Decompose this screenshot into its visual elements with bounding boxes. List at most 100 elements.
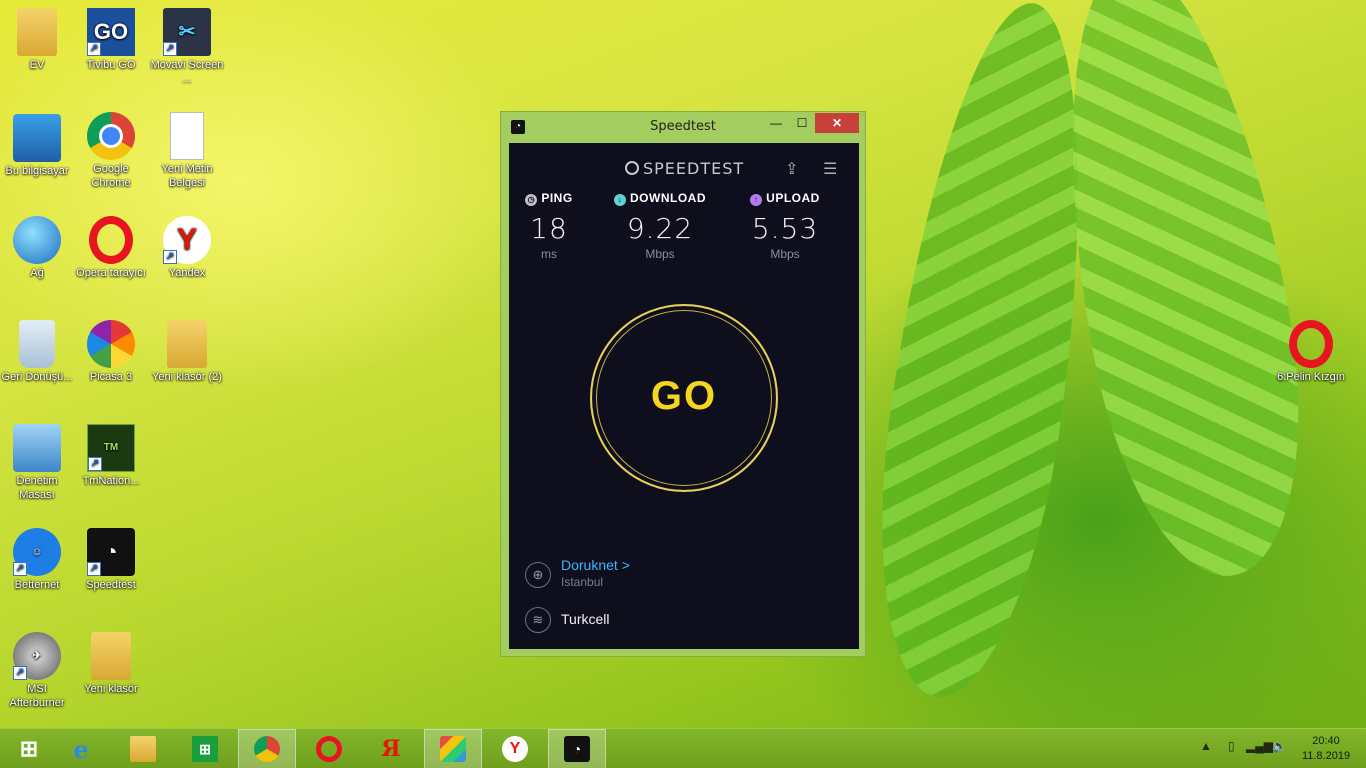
download-label: DOWNLOAD bbox=[630, 191, 706, 205]
desktop-icon-tivibu-go[interactable]: GO ↗ Tivibu GO bbox=[74, 8, 148, 72]
desktop-icon-label: MSI Afterburner bbox=[9, 683, 65, 709]
yandex-browser-icon: Я bbox=[381, 736, 401, 762]
isp-name: Turkcell bbox=[561, 611, 610, 627]
desktop-icon-label: Picasa 3 bbox=[89, 371, 133, 383]
control-panel-icon bbox=[13, 424, 61, 472]
desktop-icon-label: Betternet bbox=[14, 579, 60, 591]
folder-icon bbox=[91, 632, 131, 680]
download-metric: ↓ DOWNLOAD 9.22 Mbps bbox=[607, 191, 713, 261]
download-value: 9.22 bbox=[626, 212, 694, 245]
upload-icon: ↑ bbox=[750, 194, 763, 206]
settings-sliders-icon[interactable]: ☰ bbox=[823, 159, 837, 179]
opera-icon bbox=[316, 736, 342, 762]
desktop-icon-new-folder-2[interactable]: Yeni klasör (2) bbox=[150, 320, 224, 384]
network-icon bbox=[13, 216, 61, 264]
desktop-icon-opera-pelin[interactable]: 6:Pelin Kızgın bbox=[1274, 320, 1348, 384]
desktop-icon-recycle-bin[interactable]: Geri Dönüşü... bbox=[0, 320, 74, 384]
speedtest-icon: ◔ bbox=[564, 736, 590, 762]
text-document-icon bbox=[170, 112, 204, 160]
ping-value: 18 bbox=[530, 212, 568, 245]
taskbar-store[interactable]: ⊞ bbox=[176, 729, 234, 768]
internet-explorer-icon: e bbox=[73, 734, 89, 764]
desktop-icon-label: Denetim Masası bbox=[16, 475, 58, 501]
taskbar-opera[interactable] bbox=[300, 729, 358, 768]
folder-icon bbox=[167, 320, 207, 368]
desktop-icon-label: TmNation... bbox=[82, 475, 140, 487]
desktop-icon-yandex[interactable]: Y ↗ Yandex bbox=[150, 216, 224, 280]
betternet-icon: ☺ ↗ bbox=[13, 528, 61, 576]
taskbar-speedtest[interactable]: ◔ bbox=[548, 729, 606, 768]
upload-value: 5.53 bbox=[751, 212, 819, 245]
desktop-icon-label: Geri Dönüşü... bbox=[1, 371, 73, 383]
network-signal-icon[interactable]: ▂▄▆ bbox=[1246, 739, 1273, 753]
desktop-icon-label: Yeni Metin Belgesi bbox=[161, 163, 213, 189]
wifi-icon: ≋ bbox=[525, 607, 551, 633]
server-name-link[interactable]: Doruknet > bbox=[561, 557, 630, 573]
minimize-button[interactable]: — bbox=[763, 113, 789, 133]
yandex-icon: Y ↗ bbox=[163, 216, 211, 264]
taskbar-yandex[interactable]: Y bbox=[486, 729, 544, 768]
recycle-bin-icon bbox=[19, 320, 55, 368]
chevron-right-icon: > bbox=[621, 557, 630, 573]
upload-unit: Mbps bbox=[770, 247, 800, 261]
picasa-icon bbox=[87, 320, 135, 368]
desktop-icon-label: Movavi Screen ... bbox=[150, 59, 224, 85]
desktop-icon-network[interactable]: Ağ bbox=[0, 216, 74, 280]
desktop-icon-label: Opera tarayıcı bbox=[76, 267, 146, 279]
taskbar-yandex-browser[interactable]: Я bbox=[362, 729, 420, 768]
start-button[interactable]: ⊞ bbox=[0, 729, 58, 768]
desktop-icon-msi-afterburner[interactable]: ✈ ↗ MSI Afterburner bbox=[0, 632, 74, 710]
desktop-icon-new-folder[interactable]: Yeni klasör bbox=[74, 632, 148, 696]
tmnation-icon: TM ↗ bbox=[87, 424, 135, 472]
movavi-icon: ✂ ↗ bbox=[163, 8, 211, 56]
show-hidden-icons-icon[interactable]: ▲ bbox=[1200, 739, 1212, 753]
clock-date: 11.8.2019 bbox=[1301, 750, 1351, 762]
desktop-icon-opera[interactable]: Opera tarayıcı bbox=[74, 216, 148, 280]
taskbar-bluestacks[interactable] bbox=[424, 729, 482, 768]
go-label: GO bbox=[650, 374, 718, 418]
window-titlebar[interactable]: ◔ Speedtest — ☐ ✕ bbox=[501, 112, 865, 142]
desktop-icon-ev[interactable]: EV bbox=[0, 8, 74, 72]
server-location: Istanbul bbox=[561, 575, 604, 589]
chrome-icon bbox=[254, 736, 280, 762]
desktop-icon-label: Ağ bbox=[30, 267, 44, 279]
speedtest-logo: SPEEDTEST bbox=[625, 159, 744, 178]
file-explorer-icon bbox=[130, 736, 156, 762]
desktop-icon-tmnation[interactable]: TM ↗ TmNation... bbox=[74, 424, 148, 488]
desktop-icon-speedtest[interactable]: ◔ ↗ Speedtest bbox=[74, 528, 148, 592]
taskbar-internet-explorer[interactable]: e bbox=[52, 729, 110, 768]
close-button[interactable]: ✕ bbox=[815, 113, 859, 133]
desktop-icon-label: Bu bilgisayar bbox=[5, 165, 69, 177]
desktop-icon-betternet[interactable]: ☺ ↗ Betternet bbox=[0, 528, 74, 592]
phone-icon[interactable]: ▯ bbox=[1228, 739, 1235, 753]
ping-unit: ms bbox=[541, 247, 557, 261]
desktop-icon-new-text-document[interactable]: Yeni Metin Belgesi bbox=[150, 112, 224, 190]
clock-time: 20:40 bbox=[1312, 735, 1340, 747]
chrome-icon bbox=[87, 112, 135, 160]
go-button[interactable]: GO bbox=[590, 304, 778, 492]
speedtest-icon: ◔ ↗ bbox=[87, 528, 135, 576]
taskbar-file-explorer[interactable] bbox=[114, 729, 172, 768]
taskbar-chrome[interactable] bbox=[238, 729, 296, 768]
clock[interactable]: 20:40 11.8.2019 bbox=[1300, 734, 1352, 764]
afterburner-icon: ✈ ↗ bbox=[13, 632, 61, 680]
download-unit: Mbps bbox=[645, 247, 675, 261]
desktop-icon-control-panel[interactable]: Denetim Masası bbox=[0, 424, 74, 502]
share-icon[interactable]: ⇪ bbox=[785, 159, 798, 179]
desktop-icon-google-chrome[interactable]: Google Chrome bbox=[74, 112, 148, 190]
desktop-icon-label: 6:Pelin Kızgın bbox=[1277, 371, 1345, 383]
desktop-icon-label: Yeni klasör bbox=[84, 683, 138, 695]
maximize-button[interactable]: ☐ bbox=[789, 113, 815, 133]
speedtest-window[interactable]: ◔ Speedtest — ☐ ✕ SPEEDTEST ⇪ ☰ ◷ PING 18… bbox=[500, 111, 866, 657]
desktop-icon-this-pc[interactable]: Bu bilgisayar bbox=[0, 114, 74, 178]
computer-icon bbox=[13, 114, 61, 162]
desktop-icon-label: Tivibu GO bbox=[86, 59, 136, 71]
globe-icon: ⊕ bbox=[525, 562, 551, 588]
download-icon: ↓ bbox=[614, 194, 626, 206]
tivibu-go-icon: GO ↗ bbox=[87, 8, 135, 56]
desktop-icon-movavi[interactable]: ✂ ↗ Movavi Screen ... bbox=[150, 8, 224, 86]
bluestacks-icon bbox=[440, 736, 466, 762]
volume-icon[interactable]: 🔈 bbox=[1272, 739, 1287, 753]
desktop-icon-label: Speedtest bbox=[86, 579, 136, 591]
desktop-icon-picasa[interactable]: Picasa 3 bbox=[74, 320, 148, 384]
